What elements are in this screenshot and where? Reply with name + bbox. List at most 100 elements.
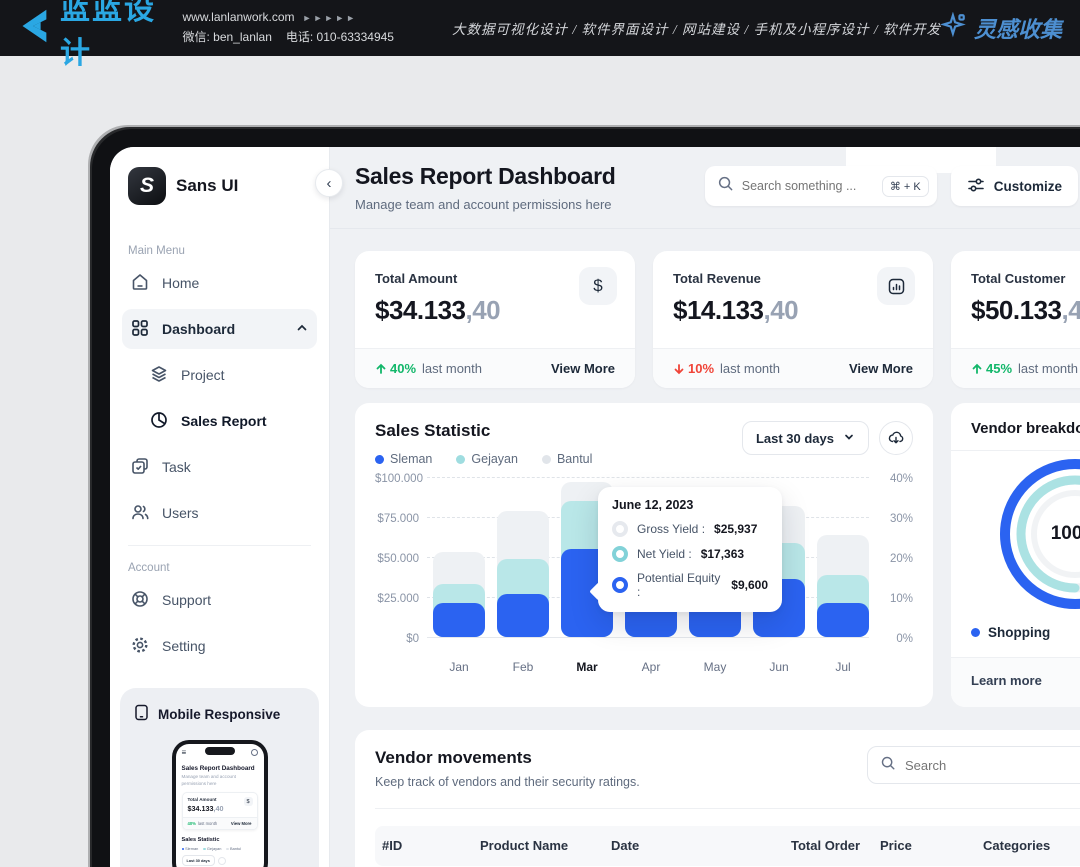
vendor-breakdown-title: Vendor breakdown — [951, 403, 1080, 450]
view-more-link[interactable]: View More — [849, 361, 913, 376]
chart-legend: Sleman Gejayan Bantul — [375, 452, 592, 466]
x-axis-label: Jun — [753, 660, 805, 674]
gear-icon — [130, 635, 150, 658]
agency-website[interactable]: www.lanlanwork.com — [182, 10, 294, 24]
ring-teal-icon — [612, 546, 628, 562]
agency-services: 大数据可视化设计 / 软件界面设计 / 网站建设 / 手机及小程序设计 / 软件… — [452, 18, 941, 38]
app-screen: S Sans UI ‹ Main Menu Home Dashboard Pro… — [110, 147, 1080, 867]
inspiration-collect[interactable]: 灵感收集 — [941, 12, 1062, 44]
sliders-icon — [967, 177, 985, 196]
bar-sleman — [497, 594, 549, 637]
x-axis-label: Jul — [817, 660, 869, 674]
menu-icon: ≡ — [182, 748, 187, 757]
y-axis-label-left: $25.000 — [375, 593, 419, 605]
phone-page-subtitle: Manage team and account permissions here — [182, 774, 244, 787]
x-axis-label: Jan — [433, 660, 485, 674]
gridline — [427, 477, 869, 478]
sidebar-item-setting[interactable]: Setting — [122, 626, 317, 666]
search-icon — [251, 749, 258, 756]
page-header: Sales Report Dashboard Manage team and a… — [330, 147, 1080, 212]
sidebar-divider — [128, 545, 311, 546]
x-axis-label: May — [689, 660, 741, 674]
phone-stat-card: Total Amount $ $34.133,40 40% last month… — [182, 792, 258, 830]
donut-center-value: 100% — [990, 449, 1080, 619]
phone-mockup: ≡ Sales Report Dashboard Manage team and… — [172, 740, 268, 867]
shortcut-badge: ⌘ + K — [882, 176, 929, 197]
sidebar-item-home[interactable]: Home — [122, 263, 317, 303]
x-axis-label: Feb — [497, 660, 549, 674]
home-icon — [130, 272, 150, 295]
search-input[interactable] — [742, 179, 874, 193]
sidebar-item-dashboard[interactable]: Dashboard — [122, 309, 317, 349]
phone-page-title: Sales Report Dashboard — [182, 765, 258, 772]
phone-icon — [134, 704, 149, 724]
col-price: Price — [880, 826, 912, 866]
phone-notch — [205, 747, 235, 755]
content: Total Amount $34.133,40 $ 40% last month… — [330, 229, 1080, 867]
agency-phone: 电话: 010-63334945 — [286, 30, 394, 44]
learn-more-link[interactable]: Learn more — [951, 657, 1080, 707]
col-categories: Categories — [983, 826, 1050, 866]
sidebar-section-account: Account — [128, 562, 299, 574]
bar-sleman — [433, 603, 485, 637]
dashboard-grid-icon — [130, 318, 150, 341]
app-brand: S Sans UI — [110, 147, 329, 205]
agency-name: 蓝蓝设计 — [60, 0, 166, 72]
y-axis-label-left: $0 — [375, 633, 419, 645]
ring-gray-icon — [612, 521, 628, 537]
layers-icon — [149, 364, 169, 387]
global-search[interactable]: ⌘ + K — [705, 166, 937, 206]
mobile-card-title: Mobile Responsive — [158, 707, 280, 722]
chart-tooltip: June 12, 2023 Gross Yield :$25,937 Net Y… — [598, 487, 782, 612]
sidebar-item-support[interactable]: Support — [122, 580, 317, 620]
download-icon — [218, 857, 226, 865]
trend-down: 10% — [673, 361, 714, 376]
sidebar-collapse-button[interactable]: ‹ — [315, 169, 343, 197]
sidebar-item-users[interactable]: Users — [122, 493, 317, 533]
stat-card-total-amount: Total Amount $34.133,40 $ 40% last month… — [355, 251, 635, 388]
y-axis-label-left: $75.000 — [375, 513, 419, 525]
view-more-link[interactable]: View More — [551, 361, 615, 376]
charts-row: Sales Statistic Sleman Gejayan Bantul La… — [355, 403, 1080, 707]
sidebar-item-project[interactable]: Project — [122, 355, 317, 395]
sparkle-icon — [941, 12, 967, 44]
app-logo-icon: S — [128, 167, 166, 205]
sidebar: S Sans UI ‹ Main Menu Home Dashboard Pro… — [110, 147, 330, 867]
task-check-icon — [130, 456, 150, 479]
sidebar-section-main: Main Menu — [128, 245, 311, 257]
table-search[interactable] — [867, 746, 1080, 784]
lifebuoy-icon — [130, 589, 150, 612]
sidebar-item-task[interactable]: Task — [122, 447, 317, 487]
main-area: Sales Report Dashboard Manage team and a… — [330, 147, 1080, 867]
col-date: Date — [611, 826, 639, 866]
page-title: Sales Report Dashboard — [355, 163, 616, 190]
y-axis-label-right: 30% — [873, 513, 913, 525]
users-icon — [130, 502, 150, 525]
y-axis-label-left: $50.000 — [375, 553, 419, 565]
legend-dot-shopping — [971, 628, 980, 637]
sales-statistic-card: Sales Statistic Sleman Gejayan Bantul La… — [355, 403, 933, 707]
date-range-dropdown[interactable]: Last 30 days — [742, 421, 869, 455]
bar-chart-icon — [877, 267, 915, 305]
sidebar-nav: Home Dashboard Project Sales Report Task — [110, 263, 329, 666]
vendor-breakdown-legend: Shopping — [971, 625, 1080, 640]
col-product: Product Name — [480, 826, 568, 866]
agency-wechat: 微信: ben_lanlan — [182, 30, 271, 44]
agency-contact: www.lanlanwork.com►►►►► 微信: ben_lanlan电话… — [182, 8, 393, 48]
table-search-input[interactable] — [905, 758, 1080, 773]
x-axis-label: Mar — [561, 660, 613, 674]
agency-brand: 蓝蓝设计 — [12, 0, 166, 72]
page-subtitle: Manage team and account permissions here — [355, 197, 616, 212]
chevron-up-icon — [295, 321, 309, 338]
table-header-row: #ID Product Name Date Total Order Price … — [375, 826, 1080, 866]
download-button[interactable] — [879, 421, 913, 455]
customize-button[interactable]: Customize — [951, 166, 1078, 206]
sidebar-item-sales-report[interactable]: Sales Report — [122, 401, 317, 441]
stat-card-total-customer: Total Customer $50.133,40 45% last month… — [951, 251, 1080, 388]
vendor-breakdown-card: Vendor breakdown 100% — [951, 403, 1080, 707]
dollar-icon: $ — [244, 797, 253, 806]
trend-up: 45% — [971, 361, 1012, 376]
gridline — [427, 637, 869, 638]
y-axis-label-left: $100.000 — [375, 473, 419, 485]
ring-blue-icon — [612, 577, 628, 593]
